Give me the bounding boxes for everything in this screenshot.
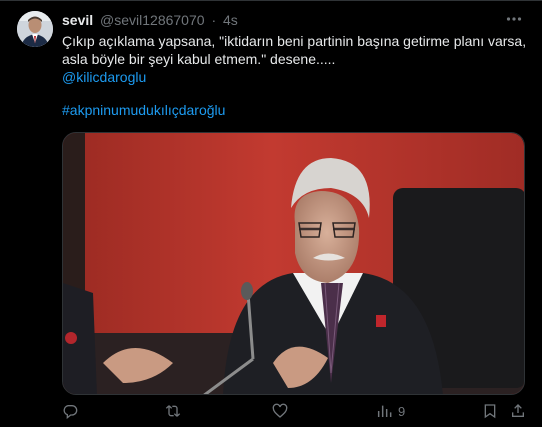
more-icon[interactable] bbox=[504, 9, 524, 29]
mention-link[interactable]: @kilicdaroglu bbox=[62, 68, 532, 86]
avatar[interactable] bbox=[17, 11, 53, 47]
views-count: 9 bbox=[398, 403, 406, 419]
tweet-header: sevil @sevil12867070 · 4s bbox=[62, 11, 238, 29]
reply-button[interactable] bbox=[62, 403, 78, 419]
author-name[interactable]: sevil bbox=[62, 12, 93, 28]
retweet-button[interactable] bbox=[164, 403, 182, 419]
views-icon bbox=[377, 405, 392, 417]
views-button[interactable]: 9 bbox=[376, 403, 405, 419]
reply-icon bbox=[63, 405, 78, 419]
timestamp[interactable]: 4s bbox=[223, 12, 238, 28]
share-icon bbox=[512, 404, 524, 417]
share-button[interactable] bbox=[510, 403, 526, 419]
author-handle[interactable]: @sevil12867070 bbox=[100, 12, 205, 28]
bookmark-icon bbox=[484, 404, 496, 419]
like-icon bbox=[272, 403, 288, 418]
tweet-photo[interactable] bbox=[62, 132, 525, 395]
tweet-text-line-2: asla böyle bir şeyi kabul etmem." desene… bbox=[62, 51, 336, 67]
like-button[interactable] bbox=[272, 403, 288, 419]
retweet-icon bbox=[165, 405, 181, 417]
tweet-text-line-1: Çıkıp açıklama yapsana, "iktidarın beni … bbox=[62, 33, 527, 49]
bookmark-button[interactable] bbox=[482, 403, 498, 419]
separator-dot: · bbox=[211, 12, 217, 28]
hashtag-link[interactable]: #akpninumudukılıçdaroğlu bbox=[62, 101, 225, 119]
tweet-text: Çıkıp açıklama yapsana, "iktidarın beni … bbox=[62, 32, 532, 86]
tweet-actions: 9 bbox=[62, 401, 532, 423]
tweet[interactable]: sevil @sevil12867070 · 4s Çıkıp açıklama… bbox=[0, 0, 542, 427]
